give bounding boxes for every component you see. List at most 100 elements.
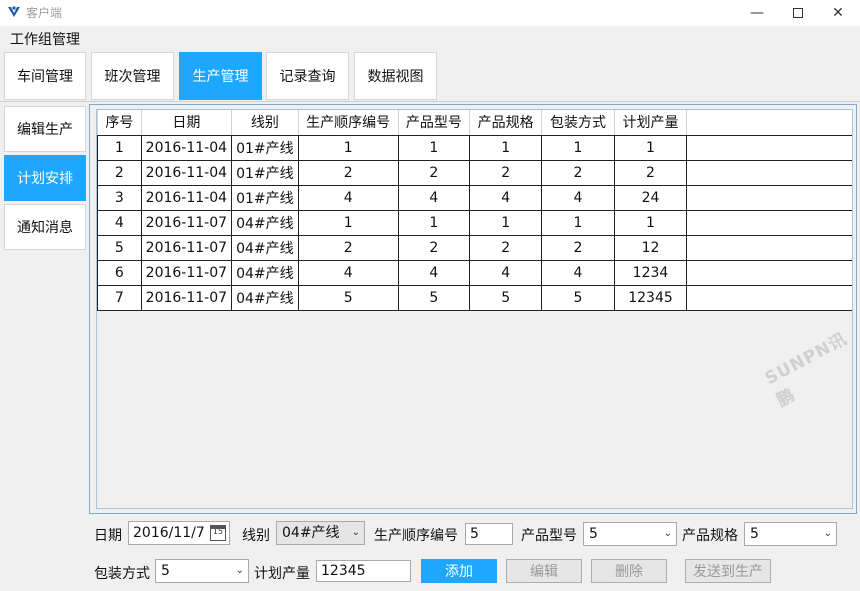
table-row[interactable]: 4 2016-11-07 04#产线 1 1 1 1 1	[97, 209, 852, 236]
table-cell[interactable]: 24	[613, 184, 688, 211]
table-cell[interactable]: 2016-11-07	[140, 209, 233, 236]
spec-select[interactable]: 5 ⌄	[744, 522, 837, 546]
table-cell[interactable]: 5	[397, 284, 471, 311]
quantity-input[interactable]: 12345	[316, 560, 411, 582]
table-cell[interactable]: 4	[397, 259, 471, 286]
table-row[interactable]: 7 2016-11-07 04#产线 5 5 5 5 12345	[97, 284, 852, 311]
table-cell[interactable]: 1	[297, 209, 399, 236]
table-cell[interactable]: 2	[397, 159, 471, 186]
table-cell[interactable]: 2	[297, 234, 399, 261]
table-cell-filler	[686, 159, 852, 186]
table-cell[interactable]: 2	[297, 159, 399, 186]
table-cell[interactable]: 04#产线	[231, 259, 299, 286]
table-cell[interactable]: 1	[541, 134, 615, 161]
table-cell[interactable]: 01#产线	[231, 184, 299, 211]
table-cell[interactable]: 2	[613, 159, 688, 186]
table-cell[interactable]: 5	[468, 284, 543, 311]
table-cell[interactable]: 2016-11-04	[140, 184, 233, 211]
table-cell[interactable]: 7	[97, 284, 142, 311]
column-header[interactable]: 计划产量	[613, 110, 688, 136]
model-select[interactable]: 5 ⌄	[583, 522, 677, 546]
date-picker[interactable]: 2016/11/7 15	[128, 521, 230, 545]
table-cell[interactable]: 5	[297, 284, 399, 311]
column-header[interactable]: 产品规格	[468, 110, 543, 136]
table-cell[interactable]: 4	[468, 259, 543, 286]
table-cell[interactable]: 01#产线	[231, 159, 299, 186]
table-cell[interactable]: 3	[97, 184, 142, 211]
table-cell[interactable]: 5	[97, 234, 142, 261]
plan-grid-frame: 序号 日期 线别 生产顺序编号 产品型号 产品规格 包装方式 计划产量 1 201…	[89, 104, 857, 514]
table-cell[interactable]: 1234	[613, 259, 688, 286]
tab-shift[interactable]: 班次管理	[91, 52, 174, 100]
table-row[interactable]: 3 2016-11-04 01#产线 4 4 4 4 24	[97, 184, 852, 211]
table-row[interactable]: 5 2016-11-07 04#产线 2 2 2 2 12	[97, 234, 852, 261]
table-cell[interactable]: 1	[97, 134, 142, 161]
table-cell[interactable]: 04#产线	[231, 284, 299, 311]
table-cell[interactable]: 1	[613, 209, 688, 236]
table-cell[interactable]: 1	[397, 134, 471, 161]
table-cell[interactable]: 1	[541, 209, 615, 236]
table-cell[interactable]: 4	[468, 184, 543, 211]
sidebar-item-notice[interactable]: 通知消息	[4, 204, 86, 250]
table-cell[interactable]: 4	[97, 209, 142, 236]
packing-select-value: 5	[161, 563, 170, 579]
minimize-button[interactable]: —	[734, 0, 780, 26]
delete-button[interactable]: 删除	[591, 559, 667, 583]
table-cell[interactable]: 2016-11-04	[140, 134, 233, 161]
table-cell[interactable]: 2016-11-07	[140, 234, 233, 261]
table-cell[interactable]: 1	[613, 134, 688, 161]
tab-workshop[interactable]: 车间管理	[4, 52, 86, 100]
table-cell[interactable]: 12	[613, 234, 688, 261]
column-header[interactable]: 生产顺序编号	[297, 110, 399, 136]
tab-production[interactable]: 生产管理	[179, 52, 262, 100]
packing-select[interactable]: 5 ⌄	[155, 559, 249, 583]
table-row[interactable]: 2 2016-11-04 01#产线 2 2 2 2 2	[97, 159, 852, 186]
send-to-production-button[interactable]: 发送到生产	[685, 559, 771, 583]
table-cell[interactable]: 4	[297, 184, 399, 211]
column-header[interactable]: 序号	[97, 110, 142, 136]
table-cell[interactable]: 2	[468, 234, 543, 261]
tab-records[interactable]: 记录查询	[266, 52, 349, 100]
tab-data-view[interactable]: 数据视图	[354, 52, 437, 100]
column-header[interactable]: 包装方式	[541, 110, 615, 136]
table-cell[interactable]: 2016-11-07	[140, 284, 233, 311]
column-header[interactable]: 日期	[140, 110, 233, 136]
plan-grid[interactable]: 序号 日期 线别 生产顺序编号 产品型号 产品规格 包装方式 计划产量 1 201…	[96, 109, 853, 509]
edit-button[interactable]: 编辑	[506, 559, 582, 583]
table-cell[interactable]: 04#产线	[231, 209, 299, 236]
table-cell[interactable]: 4	[397, 184, 471, 211]
table-cell-filler	[686, 259, 852, 286]
table-cell[interactable]: 1	[297, 134, 399, 161]
table-cell[interactable]: 2	[97, 159, 142, 186]
table-cell[interactable]: 2016-11-04	[140, 159, 233, 186]
table-cell[interactable]: 04#产线	[231, 234, 299, 261]
table-cell[interactable]: 12345	[613, 284, 688, 311]
table-cell[interactable]: 2016-11-07	[140, 259, 233, 286]
calendar-icon[interactable]: 15	[210, 525, 226, 541]
sidebar-item-plan[interactable]: 计划安排	[4, 155, 86, 201]
table-cell[interactable]: 2	[541, 159, 615, 186]
model-select-value: 5	[589, 526, 598, 542]
table-cell[interactable]: 2	[541, 234, 615, 261]
spec-label: 产品规格	[682, 528, 738, 544]
table-cell[interactable]: 1	[468, 209, 543, 236]
table-cell[interactable]: 01#产线	[231, 134, 299, 161]
table-cell[interactable]: 1	[397, 209, 471, 236]
table-cell[interactable]: 4	[541, 184, 615, 211]
table-cell[interactable]: 2	[468, 159, 543, 186]
table-row[interactable]: 1 2016-11-04 01#产线 1 1 1 1 1	[97, 134, 852, 161]
sequence-input[interactable]: 5	[465, 523, 513, 545]
sidebar-item-edit-production[interactable]: 编辑生产	[4, 106, 86, 152]
close-button[interactable]: ✕	[815, 0, 860, 26]
table-cell[interactable]: 4	[297, 259, 399, 286]
table-cell[interactable]: 5	[541, 284, 615, 311]
column-header[interactable]: 产品型号	[397, 110, 471, 136]
add-button[interactable]: 添加	[421, 559, 497, 583]
table-cell[interactable]: 6	[97, 259, 142, 286]
column-header[interactable]: 线别	[231, 110, 299, 136]
table-cell[interactable]: 4	[541, 259, 615, 286]
table-row[interactable]: 6 2016-11-07 04#产线 4 4 4 4 1234	[97, 259, 852, 286]
table-cell[interactable]: 1	[468, 134, 543, 161]
table-cell[interactable]: 2	[397, 234, 471, 261]
line-select[interactable]: 04#产线 ⌄	[276, 521, 365, 545]
